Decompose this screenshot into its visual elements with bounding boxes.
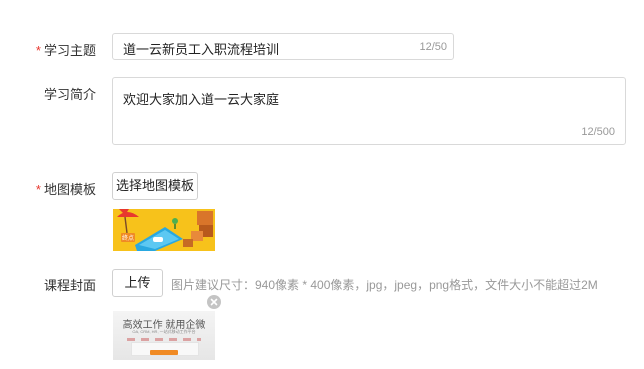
cover-label-text: 课程封面 (43, 278, 96, 293)
intro-textarea[interactable]: 欢迎大家加入道一云大家庭 12/500 (112, 77, 626, 145)
svg-text:终点: 终点 (122, 234, 134, 242)
topic-label-text: 学习主题 (43, 43, 96, 58)
intro-textarea-value: 欢迎大家加入道一云大家庭 (123, 92, 280, 107)
required-mark: * (35, 182, 41, 197)
upload-button[interactable]: 上传 (112, 269, 163, 297)
intro-label-text: 学习简介 (43, 87, 96, 102)
map-template-label: * 地图模板 (0, 179, 96, 198)
topic-input[interactable]: 道一云新员工入职流程培训 12/50 (112, 33, 454, 60)
select-map-template-button[interactable]: 选择地图模板 (112, 172, 198, 200)
close-circle-icon (210, 298, 218, 306)
required-mark: * (35, 43, 41, 58)
topic-counter: 12/50 (419, 41, 447, 53)
topic-input-value: 道一云新员工入职流程培训 (123, 42, 280, 57)
topic-label: * 学习主题 (0, 40, 96, 59)
cover-image: 高效工作 就用企微 OA, CRM, HR, 一站式移动工作平台 (113, 311, 215, 360)
intro-label: 学习简介 (0, 84, 96, 103)
cover-thumbnail[interactable]: 高效工作 就用企微 OA, CRM, HR, 一站式移动工作平台 (113, 311, 215, 360)
map-theme-image: 终点 (113, 209, 215, 251)
cover-banner-button (150, 350, 178, 355)
cover-banner-dots (127, 338, 201, 341)
cover-delete-button[interactable] (207, 295, 221, 309)
map-template-label-text: 地图模板 (43, 182, 96, 197)
map-template-thumbnail[interactable]: 终点 (113, 209, 215, 251)
cover-banner-subtitle: OA, CRM, HR, 一站式移动工作平台 (132, 329, 196, 334)
intro-counter: 12/500 (581, 126, 615, 138)
cover-label: 课程封面 (0, 275, 96, 294)
cover-hint: 图片建议尺寸：940像素 * 400像素，jpg，jpeg，png格式，文件大小… (171, 278, 598, 292)
